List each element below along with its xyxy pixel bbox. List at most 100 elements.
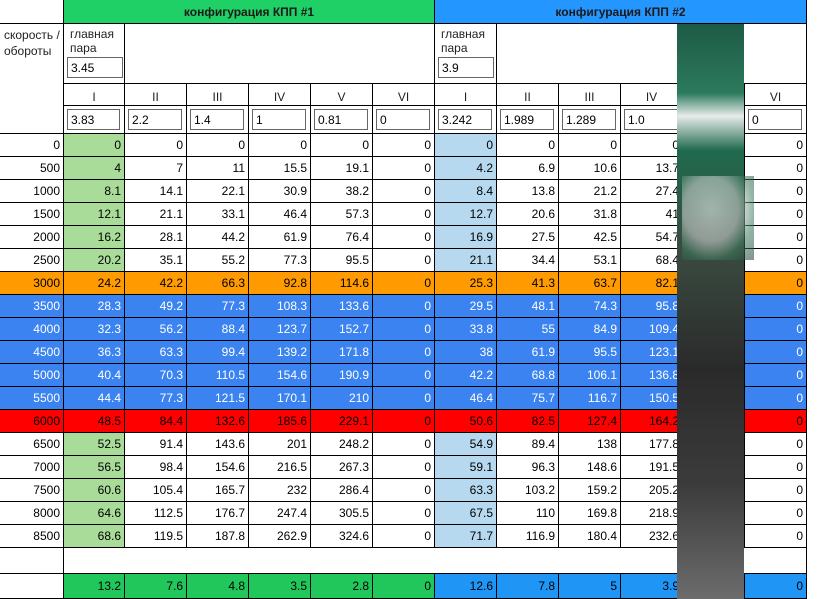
ratio-input-c1-3[interactable] bbox=[190, 109, 244, 130]
photo-overlay-sticker bbox=[682, 176, 754, 260]
speed-cell-c1: 132.6 bbox=[187, 410, 249, 433]
speed-cell-c2: 21.2 bbox=[559, 180, 621, 203]
speed-cell-c2: 138 bbox=[559, 433, 621, 456]
speed-cell-c2: 74.3 bbox=[559, 295, 621, 318]
speed-cell-c1: 112.5 bbox=[125, 502, 187, 525]
speed-cell-c1: 262.9 bbox=[249, 525, 311, 548]
speed-cell-c2: 4.2 bbox=[435, 157, 497, 180]
speed-cell-c1: 4 bbox=[64, 157, 125, 180]
speed-cell-c1: 77.3 bbox=[125, 387, 187, 410]
speed-cell-c1: 7 bbox=[125, 157, 187, 180]
speed-cell-c2: 148.6 bbox=[559, 456, 621, 479]
speed-cell-c2: 63.3 bbox=[435, 479, 497, 502]
speed-cell-c1: 139.2 bbox=[249, 341, 311, 364]
speed-cell-c1: 0 bbox=[373, 341, 435, 364]
speed-cell-c1: 216.5 bbox=[249, 456, 311, 479]
footer-c2-cell: 3.9 bbox=[621, 574, 683, 599]
speed-cell-c2: 21.1 bbox=[435, 249, 497, 272]
speed-cell-c2: 136.8 bbox=[621, 364, 683, 387]
rpm-cell: 5000 bbox=[0, 364, 64, 387]
speed-cell-c2: 68.4 bbox=[621, 249, 683, 272]
speed-cell-c2: 96.3 bbox=[497, 456, 559, 479]
speed-cell-c1: 56.2 bbox=[125, 318, 187, 341]
gear-label-c1-4: IV bbox=[249, 84, 311, 106]
speed-cell-c1: 0 bbox=[373, 525, 435, 548]
speed-cell-c2: 0 bbox=[745, 410, 807, 433]
rpm-cell: 4000 bbox=[0, 318, 64, 341]
ratio-input-c1-1[interactable] bbox=[67, 109, 120, 130]
speed-cell-c1: 24.2 bbox=[64, 272, 125, 295]
speed-cell-c1: 28.1 bbox=[125, 226, 187, 249]
speed-cell-c2: 61.9 bbox=[497, 341, 559, 364]
speed-cell-c1: 28.3 bbox=[64, 295, 125, 318]
speed-cell-c1: 0 bbox=[373, 318, 435, 341]
speed-cell-c1: 66.3 bbox=[187, 272, 249, 295]
speed-cell-c1: 165.7 bbox=[187, 479, 249, 502]
speed-cell-c1: 0 bbox=[373, 410, 435, 433]
ratio-input-c2-6[interactable] bbox=[748, 109, 802, 130]
rpm-cell: 3500 bbox=[0, 295, 64, 318]
speed-cell-c1: 0 bbox=[373, 456, 435, 479]
speed-cell-c1: 33.1 bbox=[187, 203, 249, 226]
rpm-cell: 4500 bbox=[0, 341, 64, 364]
ratio-input-c1-6[interactable] bbox=[376, 109, 430, 130]
rpm-cell: 500 bbox=[0, 157, 64, 180]
rpm-cell: 6500 bbox=[0, 433, 64, 456]
ratio-input-c1-5[interactable] bbox=[314, 109, 368, 130]
ratio-input-c1-2[interactable] bbox=[128, 109, 182, 130]
speed-cell-c1: 40.4 bbox=[64, 364, 125, 387]
speed-cell-c2: 159.2 bbox=[559, 479, 621, 502]
speed-cell-c1: 77.3 bbox=[187, 295, 249, 318]
speed-cell-c2: 8.4 bbox=[435, 180, 497, 203]
config1-main-pair-input[interactable] bbox=[67, 57, 123, 78]
footer-c1-cell: 4.8 bbox=[187, 574, 249, 599]
speed-cell-c2: 0 bbox=[745, 272, 807, 295]
speed-cell-c2: 0 bbox=[745, 249, 807, 272]
speed-cell-c2: 67.5 bbox=[435, 502, 497, 525]
speed-cell-c1: 176.7 bbox=[187, 502, 249, 525]
speed-cell-c1: 42.2 bbox=[125, 272, 187, 295]
speed-cell-c2: 53.1 bbox=[559, 249, 621, 272]
ratio-input-c2-1[interactable] bbox=[438, 109, 492, 130]
speed-cell-c1: 0 bbox=[373, 433, 435, 456]
speed-cell-c1: 12.1 bbox=[64, 203, 125, 226]
speed-cell-c2: 12.7 bbox=[435, 203, 497, 226]
gear-label-c2-4: IV bbox=[621, 84, 683, 106]
ratio-input-c2-3[interactable] bbox=[562, 109, 616, 130]
config2-header: конфигурация КПП #2 bbox=[435, 0, 807, 24]
speed-cell-c2: 82.1 bbox=[621, 272, 683, 295]
speed-cell-c1: 154.6 bbox=[249, 364, 311, 387]
speed-cell-c1: 46.4 bbox=[249, 203, 311, 226]
ratio-input-c2-2[interactable] bbox=[500, 109, 554, 130]
rpm-cell: 3000 bbox=[0, 272, 64, 295]
speed-cell-c1: 0 bbox=[187, 134, 249, 157]
config1-header: конфигурация КПП #1 bbox=[64, 0, 435, 24]
speed-cell-c2: 169.8 bbox=[559, 502, 621, 525]
ratio-input-c2-4[interactable] bbox=[624, 109, 678, 130]
speed-cell-c1: 92.8 bbox=[249, 272, 311, 295]
speed-cell-c2: 59.1 bbox=[435, 456, 497, 479]
speed-cell-c2: 95.5 bbox=[559, 341, 621, 364]
speed-cell-c2: 55 bbox=[497, 318, 559, 341]
gear-label-c2-3: III bbox=[559, 84, 621, 106]
speed-cell-c1: 64.6 bbox=[64, 502, 125, 525]
speed-cell-c1: 187.8 bbox=[187, 525, 249, 548]
speed-cell-c1: 0 bbox=[373, 203, 435, 226]
speed-cell-c1: 76.4 bbox=[311, 226, 373, 249]
speed-cell-c1: 0 bbox=[373, 295, 435, 318]
speed-cell-c1: 143.6 bbox=[187, 433, 249, 456]
rpm-cell: 0 bbox=[0, 134, 64, 157]
speed-cell-c2: 27.4 bbox=[621, 180, 683, 203]
speed-cell-c1: 49.2 bbox=[125, 295, 187, 318]
ratio-input-c1-4[interactable] bbox=[252, 109, 306, 130]
speed-cell-c2: 0 bbox=[745, 387, 807, 410]
speed-cell-c1: 0 bbox=[373, 364, 435, 387]
config2-main-pair-input[interactable] bbox=[438, 57, 494, 78]
speed-cell-c2: 0 bbox=[745, 203, 807, 226]
speed-cell-c2: 42.2 bbox=[435, 364, 497, 387]
rpm-cell: 1000 bbox=[0, 180, 64, 203]
speed-cell-c2: 41.3 bbox=[497, 272, 559, 295]
rpm-cell: 1500 bbox=[0, 203, 64, 226]
gap-cell bbox=[0, 548, 64, 574]
footer-c2-cell: 0 bbox=[745, 574, 807, 599]
